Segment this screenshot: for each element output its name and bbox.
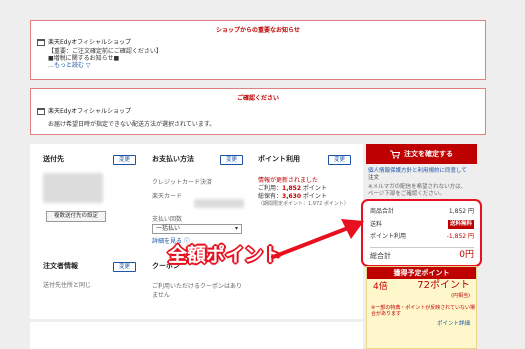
read-more-link[interactable]: …もっと読む ▽ — [48, 62, 485, 69]
earn-points-note: ※一部の特典・ポイントが反映されていない場 合があります — [371, 305, 475, 317]
notice-line: ■増税に関するお知らせ■ — [48, 55, 120, 62]
holding-prefix: 総保有： — [258, 193, 283, 200]
mail-note-line: ページ下部をご確認ください。 — [368, 191, 445, 197]
orderer-change-button[interactable]: 変更 — [113, 262, 136, 272]
address-blurred — [43, 173, 103, 203]
notice-title: ショップからの重要なお知らせ — [216, 27, 300, 34]
panel-strip — [30, 322, 363, 349]
shop-name[interactable]: 楽天Edyオフィシャルショップ — [48, 39, 131, 47]
multi-address-button[interactable]: 複数送付先の設定 — [46, 211, 106, 222]
shipping-change-button[interactable]: 変更 — [113, 155, 136, 165]
shipping-fee-label: 送料 — [370, 220, 383, 228]
payment-method: クレジットカード決済 — [152, 179, 213, 186]
earn-points-box: 獲得予定ポイント 4倍 72ポイント (円相当) ※一部の特典・ポイントが反映さ… — [366, 266, 477, 349]
privacy-line: 注文 — [368, 175, 380, 181]
confirm-order-label: 注文を確定する — [404, 149, 453, 158]
card-number-blurred — [194, 199, 244, 208]
coupon-text-line: ません — [152, 292, 170, 299]
usage-prefix: ご利用： — [258, 185, 283, 192]
privacy-link[interactable]: 個人情報保護方針と利用規約に同意して 注文 — [368, 168, 467, 182]
installments-value: 一括払い — [156, 225, 181, 232]
store-icon — [37, 38, 45, 46]
shop-name[interactable]: 楽天Edyオフィシャルショップ — [48, 108, 131, 116]
important-notice: ショップからの重要なお知らせ 楽天Edyオフィシャルショップ 【重要：ご注文確定… — [30, 20, 486, 80]
points-holding: 総保有：3,630 ポイント — [258, 193, 327, 201]
points-used-label: ポイント利用 — [370, 233, 407, 241]
annotation-label: 全額ポイント — [168, 244, 283, 266]
earn-note-line: 合があります — [371, 311, 402, 317]
mail-note: ※メルマガの配信を希望されない方は、 ページ下部をご確認ください。 — [368, 184, 466, 198]
points-updated: 情報が更新されました — [258, 177, 319, 184]
confirm-order-button[interactable]: 注文を確定する — [366, 144, 477, 164]
chevron-down-icon: ▾ — [234, 225, 238, 232]
holding-suffix: ポイント — [301, 193, 327, 200]
points-section: ポイント利用 変更 情報が更新されました ご利用：1,852 ポイント 総保有：… — [258, 155, 358, 220]
usage-suffix: ポイント — [301, 185, 327, 192]
notice-title: ご確認ください — [236, 95, 279, 102]
subtotal-value: 1,852 円 — [448, 208, 474, 216]
multiplier: 4倍 — [373, 282, 388, 292]
coupon-section: クーポン ご利用いただけるクーポンはあり ません — [152, 262, 262, 302]
coupon-text: ご利用いただけるクーポンはあり ません — [152, 282, 242, 300]
free-shipping-badge: 送料無料 — [447, 220, 474, 229]
holding-value: 3,630 — [282, 193, 301, 200]
totals-rows: 商品合計 1,852 円 送料 送料無料 ポイント利用 -1,852 円 総合計… — [370, 206, 474, 264]
earn-points-value: 72ポイント — [417, 280, 470, 291]
points-change-button[interactable]: 変更 — [328, 155, 351, 165]
orderer-same: 送付先住所と同じ — [43, 282, 92, 289]
points-usage: ご利用：1,852 ポイント — [258, 185, 327, 193]
limited-points: （期間限定ポイント：1,972 ポイント） — [258, 201, 349, 207]
installments-select[interactable]: 一括払い ▾ — [152, 224, 242, 234]
payment-change-button[interactable]: 変更 — [220, 155, 243, 165]
mail-note-line: ※メルマガの配信を希望されない方は、 — [368, 184, 467, 190]
cart-icon — [390, 150, 400, 159]
subtotal-label: 商品合計 — [370, 208, 395, 216]
annotation-arrow — [271, 219, 364, 259]
installments-label: 支払い回数 — [152, 216, 183, 223]
store-icon — [37, 107, 45, 115]
coupon-text-line: ご利用いただけるクーポンはあり — [152, 283, 243, 290]
earn-points-equiv: (円相当) — [451, 293, 470, 299]
total-value: 0円 — [459, 250, 474, 261]
card-name: 楽天カード — [152, 193, 183, 200]
confirm-message: お届け希望日時が指定できない配送方法が選択されています。 — [48, 121, 216, 128]
payment-section: お支払い方法 変更 クレジットカード決済 楽天カード 支払い回数 一括払い ▾ … — [152, 155, 247, 250]
privacy-line: 個人情報保護方針と利用規約に同意して — [368, 168, 467, 174]
total-label: 総合計 — [370, 251, 391, 260]
points-used-value: -1,852 円 — [446, 233, 474, 241]
earn-points-title: 獲得予定ポイント — [367, 267, 476, 279]
confirm-notice: ご確認ください 楽天Edyオフィシャルショップ お届け希望日時が指定できない配送… — [30, 88, 486, 135]
points-detail-link[interactable]: ポイント詳細 — [437, 321, 470, 328]
orderer-section: 注文者情報 変更 送付先住所と同じ — [43, 262, 138, 302]
usage-value: 1,852 — [282, 185, 301, 192]
notice-line: 【重要：ご注文確定前にご確認ください】 — [48, 48, 162, 55]
shipping-section: 送付先 変更 複数送付先の設定 — [43, 155, 138, 230]
